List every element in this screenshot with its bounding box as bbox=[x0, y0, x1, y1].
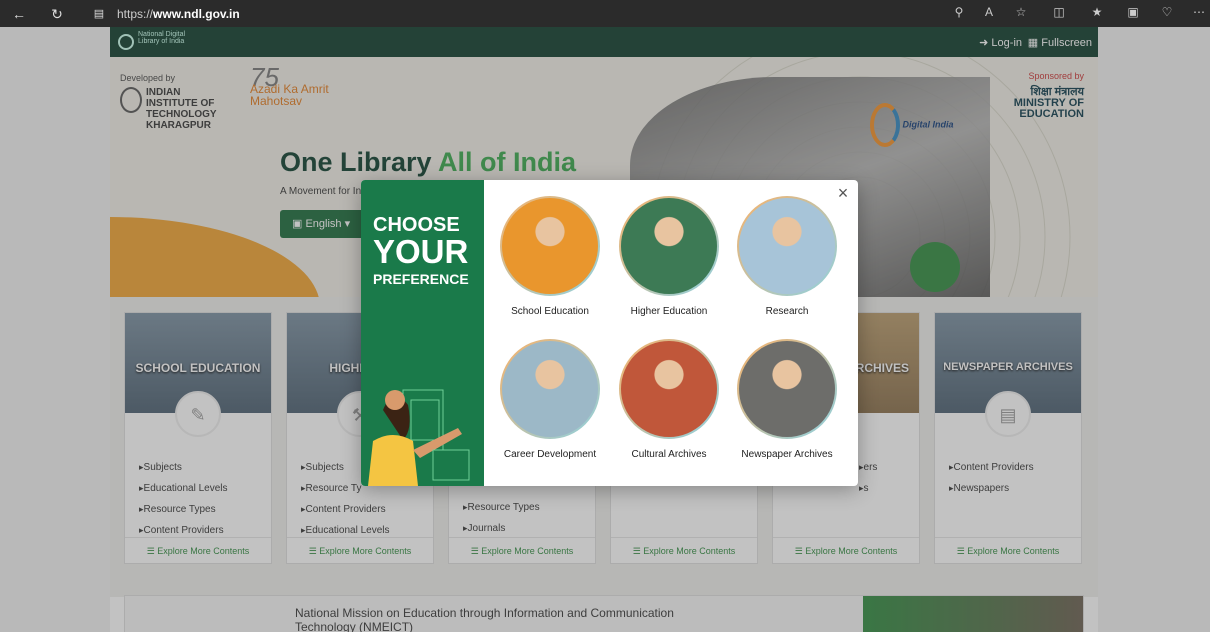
back-icon[interactable]: ← bbox=[10, 5, 28, 23]
option-school-education[interactable]: School Education bbox=[495, 196, 605, 317]
favorite-star-icon[interactable]: ☆ bbox=[1012, 5, 1030, 19]
girl-illustration bbox=[368, 389, 470, 486]
option-label: Cultural Archives bbox=[631, 449, 707, 460]
health-icon[interactable]: ♡ bbox=[1158, 5, 1176, 19]
lock-icon[interactable]: ▤ bbox=[90, 5, 108, 23]
browser-toolbar: ← ↻ ▤ https://www.ndl.gov.in ⚲ A ☆ ◫ ★ ▣… bbox=[0, 0, 1210, 27]
option-ring bbox=[737, 196, 837, 296]
option-label: Newspaper Archives bbox=[741, 449, 833, 460]
option-research[interactable]: Research bbox=[732, 196, 842, 317]
option-ring bbox=[500, 339, 600, 439]
professional-photo bbox=[502, 341, 598, 437]
college-student-photo bbox=[621, 198, 717, 294]
refresh-icon[interactable]: ↻ bbox=[48, 5, 66, 23]
option-label: Higher Education bbox=[630, 306, 708, 317]
option-career-development[interactable]: Career Development bbox=[495, 339, 605, 460]
newspaper-stack-photo bbox=[739, 341, 835, 437]
option-newspaper-archives[interactable]: Newspaper Archives bbox=[732, 339, 842, 460]
collections-icon[interactable]: ▣ bbox=[1124, 5, 1142, 19]
more-icon[interactable]: ⋯ bbox=[1190, 5, 1208, 19]
option-ring bbox=[500, 196, 600, 296]
option-ring bbox=[737, 339, 837, 439]
option-ring bbox=[619, 196, 719, 296]
option-label: Career Development bbox=[503, 449, 597, 460]
option-label: Research bbox=[765, 306, 809, 317]
option-higher-education[interactable]: Higher Education bbox=[614, 196, 724, 317]
read-aloud-icon[interactable]: A bbox=[980, 5, 998, 19]
school-student-photo bbox=[502, 198, 598, 294]
split-screen-icon[interactable]: ◫ bbox=[1050, 5, 1068, 19]
option-ring bbox=[619, 339, 719, 439]
option-cultural-archives[interactable]: Cultural Archives bbox=[614, 339, 724, 460]
favorites-icon[interactable]: ★ bbox=[1088, 5, 1106, 19]
choose-preference-heading: CHOOSE YOUR PREFERENCE bbox=[373, 214, 469, 287]
researcher-photo bbox=[739, 198, 835, 294]
address-bar[interactable]: https://www.ndl.gov.in bbox=[117, 7, 240, 21]
zoom-icon[interactable]: ⚲ bbox=[950, 5, 968, 19]
preference-modal: CHOOSE YOUR PREFERENCE × School Educatio… bbox=[361, 180, 858, 486]
dancer-photo bbox=[621, 341, 717, 437]
option-label: School Education bbox=[511, 306, 589, 317]
modal-side-panel: CHOOSE YOUR PREFERENCE bbox=[361, 180, 484, 486]
